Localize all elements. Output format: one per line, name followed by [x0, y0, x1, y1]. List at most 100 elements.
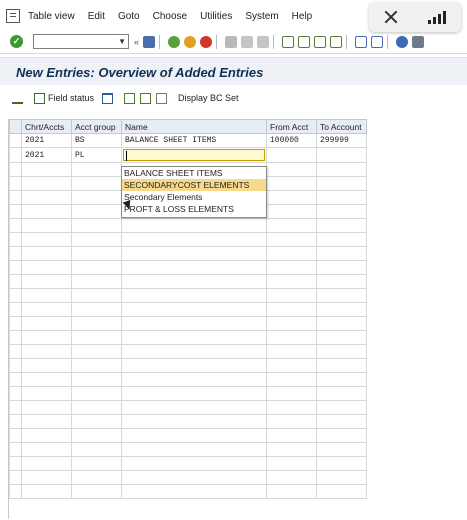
empty-cell[interactable]: [71, 232, 122, 247]
suggestion-item[interactable]: Secondary Elements: [122, 191, 266, 203]
new-session-icon[interactable]: [355, 35, 368, 48]
empty-table-row[interactable]: [9, 274, 367, 289]
empty-cell[interactable]: [316, 456, 367, 471]
empty-cell[interactable]: [266, 484, 317, 499]
no-connection-icon[interactable]: [384, 10, 398, 24]
menu-icon[interactable]: [6, 9, 20, 23]
empty-cell[interactable]: [71, 260, 122, 275]
empty-cell[interactable]: [21, 442, 72, 457]
cell-from[interactable]: 100000: [266, 133, 317, 148]
empty-cell[interactable]: [316, 190, 367, 205]
name-input[interactable]: [123, 149, 265, 161]
row-selector[interactable]: [9, 484, 22, 499]
next-page-icon[interactable]: [314, 35, 327, 48]
empty-cell[interactable]: [266, 470, 317, 485]
empty-cell[interactable]: [21, 190, 72, 205]
empty-table-row[interactable]: [9, 414, 367, 429]
empty-table-row[interactable]: [9, 470, 367, 485]
empty-cell[interactable]: [266, 400, 317, 415]
empty-cell[interactable]: [71, 246, 122, 261]
empty-cell[interactable]: [266, 288, 317, 303]
empty-cell[interactable]: [266, 190, 317, 205]
empty-table-row[interactable]: [9, 232, 367, 247]
empty-cell[interactable]: [71, 442, 122, 457]
menu-goto[interactable]: Goto: [118, 11, 140, 22]
table-row[interactable]: 2021 PL: [9, 147, 367, 163]
empty-table-row[interactable]: [9, 484, 367, 499]
empty-cell[interactable]: [21, 176, 72, 191]
empty-cell[interactable]: [21, 358, 72, 373]
empty-cell[interactable]: [121, 330, 267, 345]
empty-cell[interactable]: [21, 218, 72, 233]
cell-group[interactable]: BS: [71, 133, 122, 148]
empty-table-row[interactable]: [9, 344, 367, 359]
empty-cell[interactable]: [266, 176, 317, 191]
empty-cell[interactable]: [316, 176, 367, 191]
empty-table-row[interactable]: [9, 302, 367, 317]
save-icon[interactable]: [143, 35, 156, 48]
empty-cell[interactable]: [71, 428, 122, 443]
suggestion-item-highlighted[interactable]: SECONDARYCOST ELEMENTS: [122, 179, 266, 191]
row-selector[interactable]: [9, 428, 22, 443]
empty-cell[interactable]: [316, 204, 367, 219]
empty-cell[interactable]: [121, 316, 267, 331]
empty-cell[interactable]: [71, 218, 122, 233]
suggestion-item[interactable]: BALANCE SHEET ITEMS: [122, 167, 266, 179]
empty-cell[interactable]: [21, 232, 72, 247]
empty-cell[interactable]: [71, 470, 122, 485]
empty-cell[interactable]: [121, 456, 267, 471]
empty-cell[interactable]: [316, 414, 367, 429]
cell-chart[interactable]: 2021: [21, 133, 72, 148]
empty-cell[interactable]: [21, 302, 72, 317]
empty-cell[interactable]: [71, 400, 122, 415]
cancel-icon[interactable]: [200, 35, 213, 48]
empty-cell[interactable]: [21, 260, 72, 275]
cell-name[interactable]: BALANCE SHEET ITEMS: [121, 133, 267, 148]
empty-cell[interactable]: [21, 428, 72, 443]
empty-cell[interactable]: [266, 232, 317, 247]
first-page-icon[interactable]: [282, 35, 295, 48]
empty-cell[interactable]: [266, 316, 317, 331]
empty-table-row[interactable]: [9, 386, 367, 401]
empty-cell[interactable]: [121, 400, 267, 415]
empty-cell[interactable]: [121, 260, 267, 275]
empty-table-row[interactable]: [9, 316, 367, 331]
empty-cell[interactable]: [266, 218, 317, 233]
exit-icon[interactable]: [184, 35, 197, 48]
empty-cell[interactable]: [121, 414, 267, 429]
back-icon[interactable]: [168, 35, 181, 48]
empty-cell[interactable]: [121, 246, 267, 261]
empty-cell[interactable]: [21, 316, 72, 331]
empty-cell[interactable]: [21, 246, 72, 261]
row-selector[interactable]: [9, 288, 22, 303]
table-row[interactable]: 2021 BS BALANCE SHEET ITEMS 100000 29999…: [9, 133, 367, 148]
deselect-button[interactable]: [156, 92, 170, 104]
row-selector[interactable]: [9, 344, 22, 359]
empty-table-row[interactable]: [9, 428, 367, 443]
empty-cell[interactable]: [21, 414, 72, 429]
empty-table-row[interactable]: [9, 358, 367, 373]
delete-button[interactable]: [102, 92, 116, 104]
empty-cell[interactable]: [316, 302, 367, 317]
cell-name-editing[interactable]: [121, 147, 267, 163]
empty-cell[interactable]: [266, 246, 317, 261]
empty-cell[interactable]: [21, 288, 72, 303]
row-selector[interactable]: [9, 442, 22, 457]
command-field[interactable]: ▼: [33, 34, 129, 49]
empty-cell[interactable]: [266, 344, 317, 359]
empty-cell[interactable]: [316, 218, 367, 233]
empty-cell[interactable]: [316, 344, 367, 359]
empty-cell[interactable]: [71, 176, 122, 191]
row-selector[interactable]: [9, 133, 22, 148]
empty-cell[interactable]: [266, 204, 317, 219]
row-selector[interactable]: [9, 232, 22, 247]
empty-table-row[interactable]: [9, 400, 367, 415]
empty-cell[interactable]: [71, 414, 122, 429]
empty-cell[interactable]: [266, 456, 317, 471]
empty-cell[interactable]: [266, 386, 317, 401]
select-all-button[interactable]: [124, 92, 138, 104]
empty-cell[interactable]: [21, 162, 72, 177]
empty-cell[interactable]: [71, 456, 122, 471]
col-account-group[interactable]: Acct group: [71, 119, 122, 134]
select-all-cell[interactable]: [9, 119, 22, 134]
